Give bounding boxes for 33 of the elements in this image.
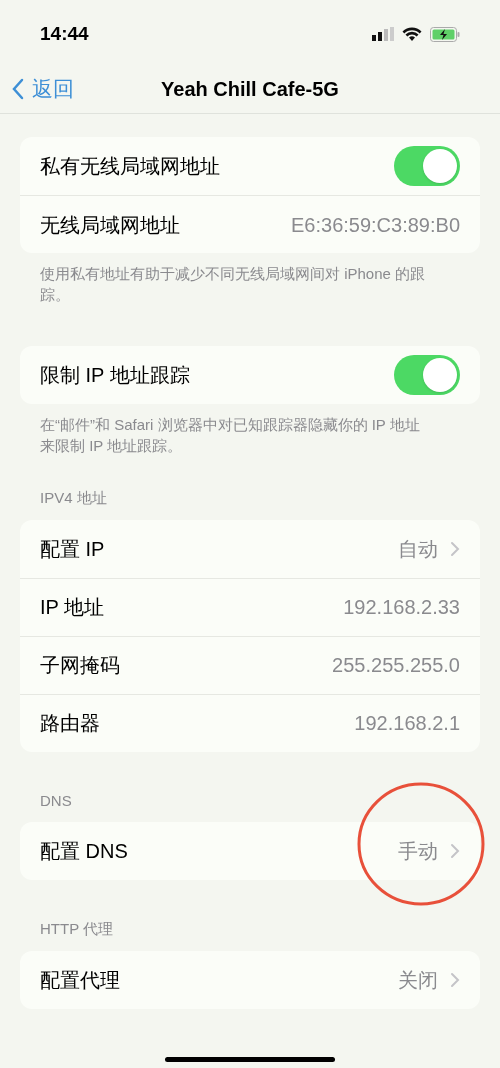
signal-icon (372, 27, 394, 41)
battery-charging-icon (430, 26, 460, 42)
back-chevron-icon (12, 77, 24, 100)
nav-title: Yeah Chill Cafe-5G (161, 76, 339, 102)
row-value: 255.255.255.0 (332, 653, 460, 678)
row-label: 配置 DNS (40, 839, 129, 864)
row-label: 无线局域网地址 (40, 212, 181, 238)
section-header: HTTP 代理 (39, 919, 115, 939)
row-value[interactable]: 关闭 (398, 964, 438, 995)
row-label: 配置代理 (40, 967, 121, 993)
row-value: 192.168.2.1 (354, 711, 460, 736)
section-header: IPV4 地址 (39, 488, 108, 508)
row-value[interactable]: 自动 (398, 533, 438, 564)
row-label: 子网掩码 (40, 653, 121, 678)
status-time: 14:44 (40, 21, 89, 46)
row-label: 路由器 (40, 711, 101, 736)
section-footer: 在“邮件”和 Safari 浏览器中对已知跟踪器隐藏你的 IP 地址来限制 IP 地址跟踪。 (20, 404, 480, 467)
toggle-switch[interactable] (394, 355, 460, 395)
chevron-icon (450, 540, 460, 557)
wifi-icon (402, 26, 422, 42)
toggle-switch[interactable] (394, 146, 460, 186)
row-label: IP 地址 (40, 595, 106, 620)
section-header: DNS (39, 790, 73, 811)
row-value: 192.168.2.33 (343, 595, 460, 620)
row-label: 限制 IP 地址跟踪 (40, 363, 191, 388)
row-value[interactable]: 手动 (398, 836, 438, 866)
row-label: 私有无线局域网地址 (40, 154, 221, 179)
row-value: E6:36:59:C3:89:B0 (291, 212, 460, 238)
section-footer: 使用私有地址有助于减少不同无线局域网间对 iPhone 的跟踪。 (20, 253, 480, 316)
row-label: 配置 IP (40, 536, 106, 562)
back-button[interactable]: 返回 (0, 72, 74, 105)
chevron-icon (450, 971, 460, 988)
chevron-icon (450, 843, 460, 859)
